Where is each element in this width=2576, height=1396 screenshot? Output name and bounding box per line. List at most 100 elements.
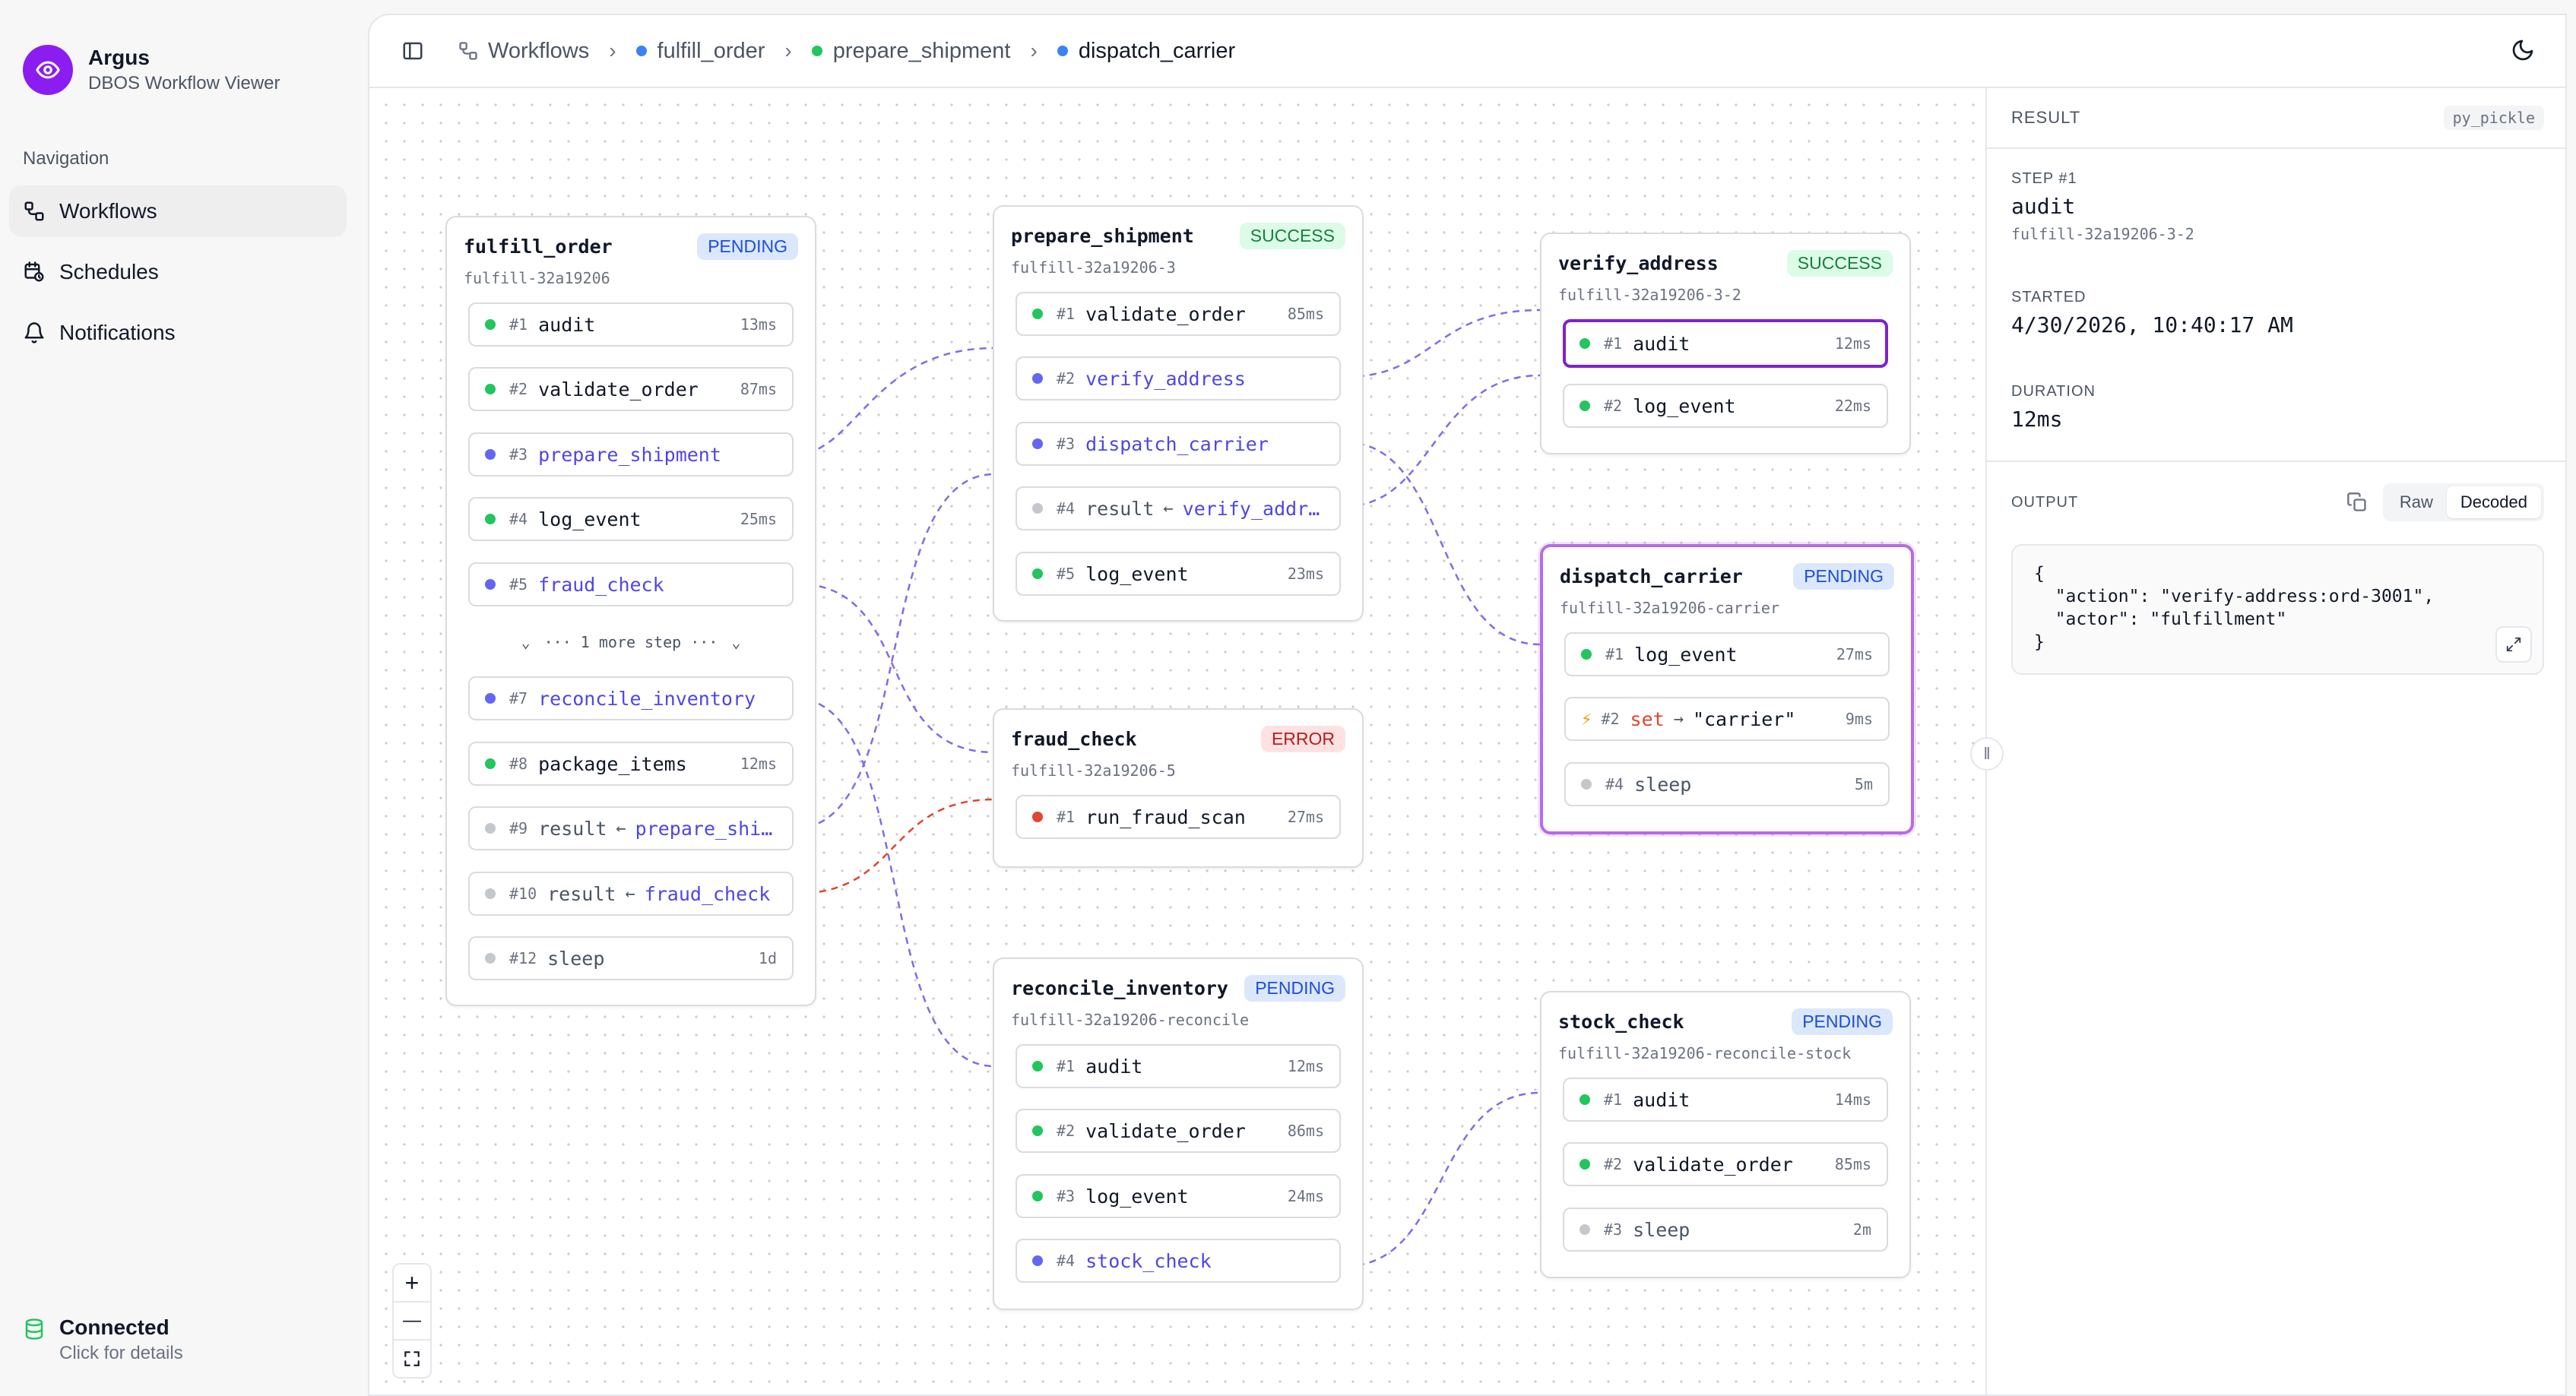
step-number: #5 [509, 575, 528, 594]
zoom-out-button[interactable]: — [392, 1301, 432, 1341]
node-stock-check[interactable]: stock_check PENDING fulfill-32a19206-reco… [1540, 991, 1911, 1278]
step-package-items[interactable]: #8 package_items 12ms [468, 742, 794, 786]
step-validate-order[interactable]: #2 validate_order 87ms [468, 367, 794, 411]
edge-result-fraud-check [794, 798, 995, 895]
started-label: STARTED [2011, 289, 2086, 305]
step-duration: 23ms [1287, 565, 1324, 583]
step-result-fraud-check[interactable]: #10 result ← fraud_check [468, 872, 794, 916]
node-prepare-shipment[interactable]: prepare_shipment SUCCESS fulfill-32a19206… [993, 205, 1364, 622]
step-number: #3 [509, 445, 528, 464]
step-log-event[interactable]: #4 log_event 25ms [468, 497, 794, 541]
workflow-graph-canvas[interactable]: fulfill_order PENDING fulfill-32a19206 #1… [369, 88, 1985, 1394]
status-dot [1580, 1094, 1590, 1105]
expand-more-steps-button[interactable]: ⌄ ··· 1 more step ··· ⌄ [468, 627, 794, 657]
fit-view-button[interactable] [392, 1339, 432, 1379]
step-prepare-shipment[interactable]: #3 prepare_shipment [468, 432, 794, 476]
moon-icon[interactable] [2511, 38, 2535, 62]
step-number: #1 [1604, 334, 1623, 353]
connection-subtitle: Click for details [59, 1343, 183, 1363]
step-audit-selected[interactable]: #1 audit 12ms [1563, 319, 1888, 368]
result-panel: RESULT py_pickle STEP #1 audit fulfill-3… [1985, 88, 2565, 1394]
node-title: reconcile_inventory [1011, 977, 1228, 999]
sidebar-item-schedules[interactable]: Schedules [9, 246, 347, 298]
step-name: audit [2011, 194, 2076, 219]
step-audit[interactable]: #1 audit 14ms [1563, 1078, 1888, 1122]
step-duration: 22ms [1834, 397, 1871, 415]
status-dot [485, 449, 496, 460]
copy-icon[interactable] [2346, 492, 2368, 513]
status-dot [1032, 1125, 1043, 1136]
step-audit[interactable]: #1 audit 13ms [468, 302, 794, 347]
step-stock-check[interactable]: #4 stock_check [1016, 1239, 1341, 1283]
step-name: reconcile_inventory [538, 687, 756, 710]
status-dot [1032, 503, 1043, 514]
step-validate-order[interactable]: #2 validate_order 86ms [1016, 1109, 1341, 1153]
step-duration: 14ms [1834, 1091, 1871, 1109]
step-name: log_event [1085, 1185, 1189, 1208]
step-reconcile-inventory[interactable]: #7 reconcile_inventory [468, 676, 794, 720]
output-label: OUTPUT [2011, 493, 2079, 511]
status-badge: PENDING [1793, 562, 1894, 590]
step-name: sleep [547, 947, 605, 970]
step-number: #2 [1604, 1155, 1623, 1173]
step-result-prepare-shipment[interactable]: #9 result ← prepare_shipment [468, 806, 794, 850]
step-sleep[interactable]: #4 sleep 5m [1564, 762, 1890, 806]
step-sleep[interactable]: #12 sleep 1d [468, 936, 794, 980]
sidebar-item-workflows[interactable]: Workflows [9, 185, 347, 237]
step-duration: 1d [758, 949, 777, 967]
node-fulfill-order[interactable]: fulfill_order PENDING fulfill-32a19206 #1… [445, 216, 816, 1006]
breadcrumb-fulfill-order[interactable]: fulfill_order [635, 38, 765, 64]
step-name: validate_order [1085, 1119, 1246, 1142]
step-sleep[interactable]: #3 sleep 2m [1563, 1208, 1888, 1252]
step-log-event[interactable]: #5 log_event 23ms [1016, 552, 1341, 596]
panel-resize-handle[interactable]: ‖ [1970, 737, 2004, 771]
step-name: sleep [1634, 773, 1692, 796]
status-dot [1581, 649, 1592, 660]
step-log-event[interactable]: #1 log_event 27ms [1564, 632, 1890, 676]
status-dot [1032, 309, 1043, 319]
breadcrumb-prepare-shipment[interactable]: prepare_shipment [811, 38, 1011, 64]
step-name: validate_order [538, 378, 699, 400]
step-duration: 12ms [1834, 334, 1871, 353]
step-run-fraud-scan[interactable]: #1 run_fraud_scan 27ms [1016, 795, 1341, 839]
step-result-verify-address[interactable]: #4 result ← verify_address [1016, 486, 1341, 530]
decoded-tab[interactable]: Decoded [2446, 486, 2541, 518]
step-dispatch-carrier[interactable]: #3 dispatch_carrier [1016, 422, 1341, 466]
step-number: #1 [1057, 808, 1076, 826]
breadcrumb-label: prepare_shipment [832, 38, 1011, 63]
step-verify-address[interactable]: #2 verify_address [1016, 356, 1341, 400]
node-workflow-id: fulfill-32a19206-3-2 [1558, 286, 1741, 304]
sidebar-item-notifications[interactable]: Notifications [9, 307, 347, 359]
status-dot [485, 384, 496, 394]
fit-view-icon [404, 1351, 420, 1366]
minus-icon: — [403, 1310, 421, 1331]
step-set-event[interactable]: ⚡ #2 set → "carrier" 9ms [1564, 697, 1890, 741]
brand[interactable]: Argus DBOS Workflow Viewer [23, 44, 280, 96]
zoom-in-button[interactable]: + [392, 1263, 432, 1303]
breadcrumb-label: fulfill_order [657, 38, 765, 63]
step-log-event[interactable]: #2 log_event 22ms [1563, 384, 1888, 428]
node-dispatch-carrier[interactable]: dispatch_carrier PENDING fulfill-32a19206… [1540, 544, 1914, 834]
edge-stock-check [1345, 1091, 1541, 1268]
node-fraud-check[interactable]: fraud_check ERROR fulfill-32a19206-5 #1 ru… [993, 708, 1364, 868]
connection-title: Connected [59, 1315, 170, 1339]
node-reconcile-inventory[interactable]: reconcile_inventory PENDING fulfill-32a19… [993, 958, 1364, 1310]
status-badge: SUCCESS [1786, 249, 1893, 277]
status-dot [1032, 568, 1043, 579]
step-validate-order[interactable]: #1 validate_order 85ms [1016, 292, 1341, 336]
step-name: prepare_shipment [538, 443, 721, 466]
step-log-event[interactable]: #3 log_event 24ms [1016, 1174, 1341, 1218]
step-fraud-check[interactable]: #5 fraud_check [468, 562, 794, 606]
expand-button[interactable] [2495, 626, 2532, 663]
step-audit[interactable]: #1 audit 12ms [1016, 1044, 1341, 1088]
status-dot [1580, 400, 1590, 411]
status-dot [1032, 438, 1043, 449]
connection-status[interactable]: Connected Click for details [23, 1315, 183, 1366]
step-number: #2 [1057, 369, 1076, 388]
raw-tab[interactable]: Raw [2386, 486, 2447, 518]
breadcrumb-workflows[interactable]: Workflows [458, 39, 589, 64]
step-validate-order[interactable]: #2 validate_order 85ms [1563, 1142, 1888, 1186]
node-verify-address[interactable]: verify_address SUCCESS fulfill-32a19206-3… [1540, 233, 1911, 454]
sidebar-toggle-icon[interactable] [401, 40, 424, 62]
sidebar: Argus DBOS Workflow Viewer Navigation Wo… [0, 0, 368, 1396]
